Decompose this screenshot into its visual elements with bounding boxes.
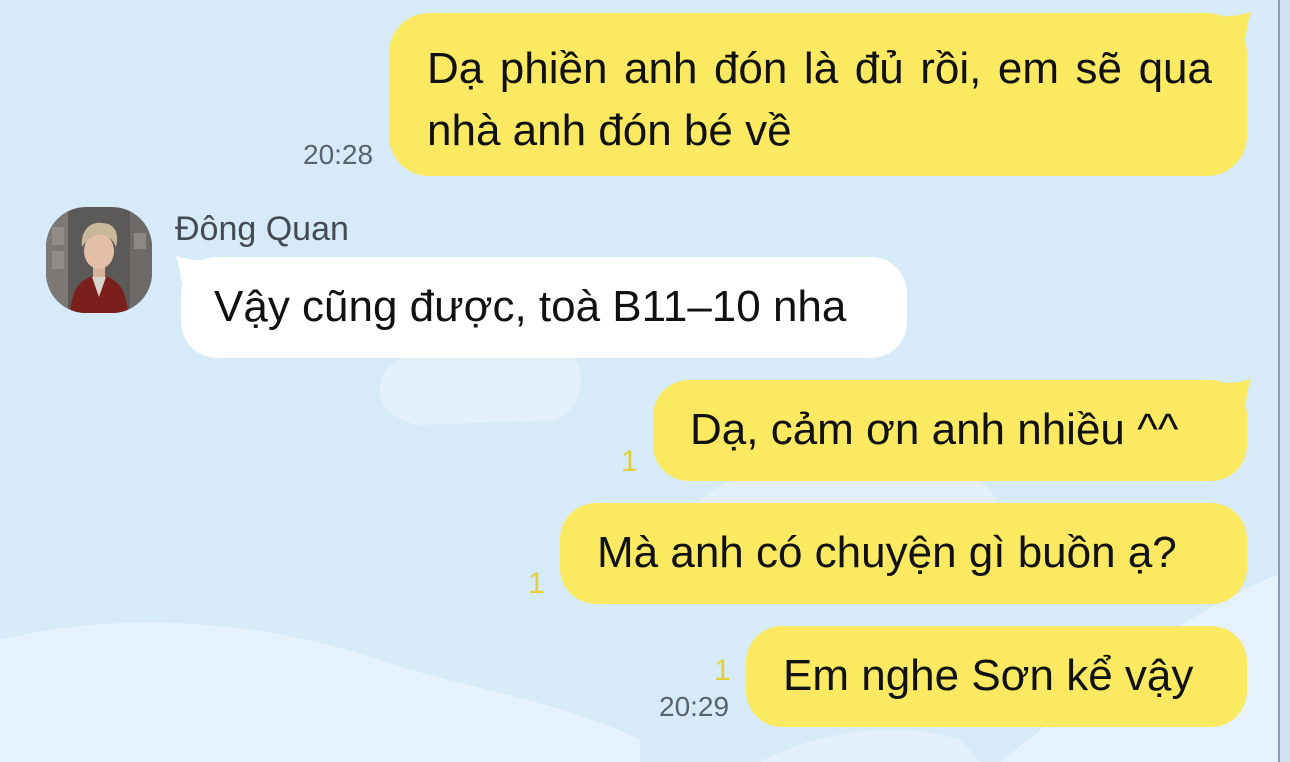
sender-name: Đông Quan <box>175 210 349 248</box>
bubble-tail <box>176 256 201 282</box>
outgoing-message-bubble[interactable]: Mà anh có chuyện gì buồn ạ? <box>560 503 1247 604</box>
message-text: Mà anh có chuyện gì buồn ạ? <box>597 528 1177 577</box>
contact-avatar[interactable] <box>46 207 152 313</box>
scrollbar-track[interactable] <box>1278 0 1290 762</box>
message-text: Vậy cũng được, toà B11–10 nha <box>214 282 847 331</box>
message-text: Dạ, cảm ơn anh nhiều ^^ <box>690 405 1179 454</box>
message-text: Em nghe Sơn kể vậy <box>783 651 1194 700</box>
outgoing-message-bubble[interactable]: Dạ, cảm ơn anh nhiều ^^ <box>653 380 1247 481</box>
message-timestamp: 20:28 <box>303 139 374 170</box>
unread-count-badge: 1 <box>621 445 638 478</box>
unread-count-badge: 1 <box>714 654 731 687</box>
bubble-tail <box>1226 379 1251 405</box>
incoming-message-bubble[interactable]: Vậy cũng được, toà B11–10 nha <box>181 257 907 358</box>
bubble-tail <box>1226 12 1251 38</box>
outgoing-message-bubble[interactable]: Em nghe Sơn kể vậy <box>746 626 1247 727</box>
outgoing-message-bubble[interactable]: Dạ phiền anh đón là đủ rồi, em sẽ qua nh… <box>389 13 1247 176</box>
unread-count-badge: 1 <box>528 567 545 600</box>
message-timestamp: 20:29 <box>659 691 730 722</box>
message-text: Dạ phiền anh đón là đủ rồi, em sẽ qua nh… <box>427 44 1212 155</box>
